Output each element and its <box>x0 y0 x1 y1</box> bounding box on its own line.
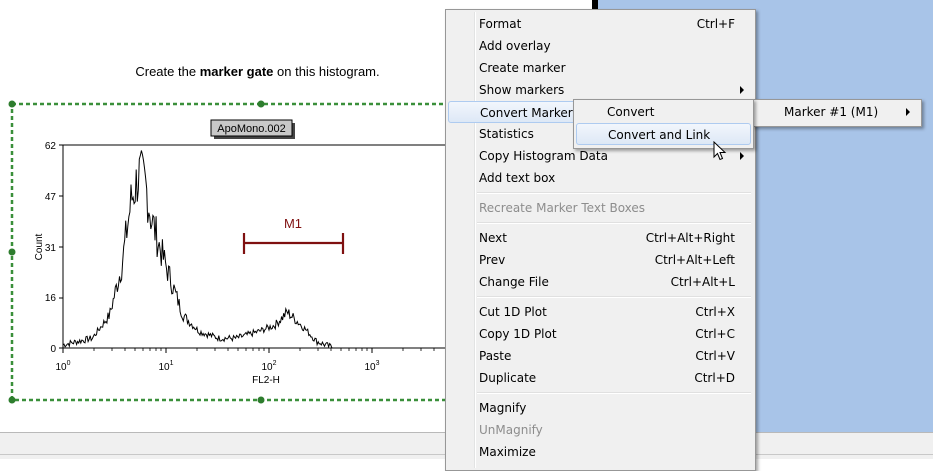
gate-handle-ml[interactable] <box>8 248 16 256</box>
menu-item-maximize[interactable]: Maximize <box>448 441 753 463</box>
menu-item-label: Convert and Link <box>608 128 711 142</box>
instruction-bold: marker gate <box>199 64 274 79</box>
menu-item-paste[interactable]: Paste Ctrl+V <box>448 345 753 367</box>
menu-item-label: Magnify <box>479 401 527 415</box>
menu-item-copy-1d-plot[interactable]: Copy 1D Plot Ctrl+C <box>448 323 753 345</box>
y-tick-47: 47 <box>45 192 57 203</box>
submenu-arrow-icon <box>740 86 744 94</box>
menu-item-label: Duplicate <box>479 371 537 385</box>
mouse-cursor-icon <box>713 141 727 161</box>
menu-separator <box>477 296 751 298</box>
menu-item-label: Add overlay <box>479 39 551 53</box>
menu-item-shortcut: Ctrl+F <box>696 17 735 31</box>
menu-item-shortcut: Ctrl+V <box>695 349 735 363</box>
menu-separator <box>477 392 751 394</box>
submenu-arrow-icon <box>906 108 910 116</box>
instruction-text: Create the marker gate on this histogram… <box>0 64 515 79</box>
instruction-prefix: Create the <box>135 64 200 79</box>
menu-item-add-overlay[interactable]: Add overlay <box>448 35 753 57</box>
menu-item-label: Format <box>479 17 522 31</box>
y-tick-16: 16 <box>45 293 57 304</box>
menu-item-shortcut: Ctrl+D <box>694 371 735 385</box>
menu-item-label: Create marker <box>479 61 566 75</box>
y-tick-0: 0 <box>50 344 56 355</box>
menu-item-unmagnify: UnMagnify <box>448 419 753 441</box>
plot-area <box>62 144 445 349</box>
menu-item-label: Copy 1D Plot <box>479 327 557 341</box>
menu-item-label: Paste <box>479 349 512 363</box>
menu-item-label: Show markers <box>479 83 565 97</box>
menu-item-label: Change File <box>479 275 549 289</box>
menu-item-label: Cut 1D Plot <box>479 305 547 319</box>
menu-separator <box>477 192 751 194</box>
menu-item-label: Add text box <box>479 171 556 185</box>
x-tick-100: 102 <box>261 360 276 373</box>
x-tick-1: 100 <box>55 360 70 373</box>
menu-item-label: Copy Histogram Data <box>479 149 608 163</box>
menu-item-label: Prev <box>479 253 506 267</box>
gate-handle-bm[interactable] <box>257 396 265 404</box>
x-axis: 100 101 102 103 <box>55 348 435 373</box>
menu-item-shortcut: Ctrl+Alt+Left <box>654 253 735 267</box>
menu-item-label: Convert <box>607 105 655 119</box>
marker-submenu: Marker #1 (M1) <box>752 99 922 127</box>
gate-handle-tl[interactable] <box>8 100 16 108</box>
gate-handle-bl[interactable] <box>8 396 16 404</box>
menu-item-cut-1d-plot[interactable]: Cut 1D Plot Ctrl+X <box>448 301 753 323</box>
y-axis-label: Count <box>34 233 45 260</box>
menu-item-show-markers[interactable]: Show markers <box>448 79 753 101</box>
menu-item-label: Next <box>479 231 507 245</box>
menu-item-duplicate[interactable]: Duplicate Ctrl+D <box>448 367 753 389</box>
submenu-item-marker-1-m1[interactable]: Marker #1 (M1) <box>755 101 919 123</box>
y-axis: 0 16 31 47 62 <box>45 141 63 355</box>
x-tick-10: 101 <box>158 360 173 373</box>
x-tick-1000: 103 <box>364 360 379 373</box>
menu-item-next[interactable]: Next Ctrl+Alt+Right <box>448 227 753 249</box>
menu-item-label: Maximize <box>479 445 536 459</box>
menu-item-shortcut: Ctrl+Alt+Right <box>645 231 735 245</box>
menu-item-change-file[interactable]: Change File Ctrl+Alt+L <box>448 271 753 293</box>
submenu-item-convert[interactable]: Convert <box>576 101 751 123</box>
menu-item-add-text-box[interactable]: Add text box <box>448 167 753 189</box>
menu-item-shortcut: Ctrl+Alt+L <box>670 275 735 289</box>
sample-label: ApoMono.002 <box>217 123 286 135</box>
marker-m1-label: M1 <box>284 216 302 231</box>
context-menu: Format Ctrl+F Add overlay Create marker Show… <box>445 9 756 471</box>
instruction-suffix: on this histogram. <box>273 64 380 79</box>
gate-handle-tm[interactable] <box>257 100 265 108</box>
x-axis-label: FL2-H <box>252 375 280 386</box>
menu-item-label: Statistics <box>479 127 534 141</box>
submenu-arrow-icon <box>740 152 744 160</box>
menu-separator <box>477 222 751 224</box>
menu-item-recreate-marker-text-boxes: Recreate Marker Text Boxes <box>448 197 753 219</box>
menu-item-label: Marker #1 (M1) <box>784 105 879 119</box>
menu-item-format[interactable]: Format Ctrl+F <box>448 13 753 35</box>
y-tick-31: 31 <box>45 243 57 254</box>
histogram-plot[interactable]: ApoMono.002 0 16 31 47 62 Count 100 101 … <box>0 95 445 410</box>
y-tick-62: 62 <box>45 141 57 152</box>
menu-item-label: Recreate Marker Text Boxes <box>479 201 646 215</box>
menu-item-magnify[interactable]: Magnify <box>448 397 753 419</box>
menu-item-create-marker[interactable]: Create marker <box>448 57 753 79</box>
menu-item-prev[interactable]: Prev Ctrl+Alt+Left <box>448 249 753 271</box>
menu-item-label: UnMagnify <box>479 423 543 437</box>
menu-item-shortcut: Ctrl+X <box>695 305 735 319</box>
menu-item-shortcut: Ctrl+C <box>695 327 735 341</box>
